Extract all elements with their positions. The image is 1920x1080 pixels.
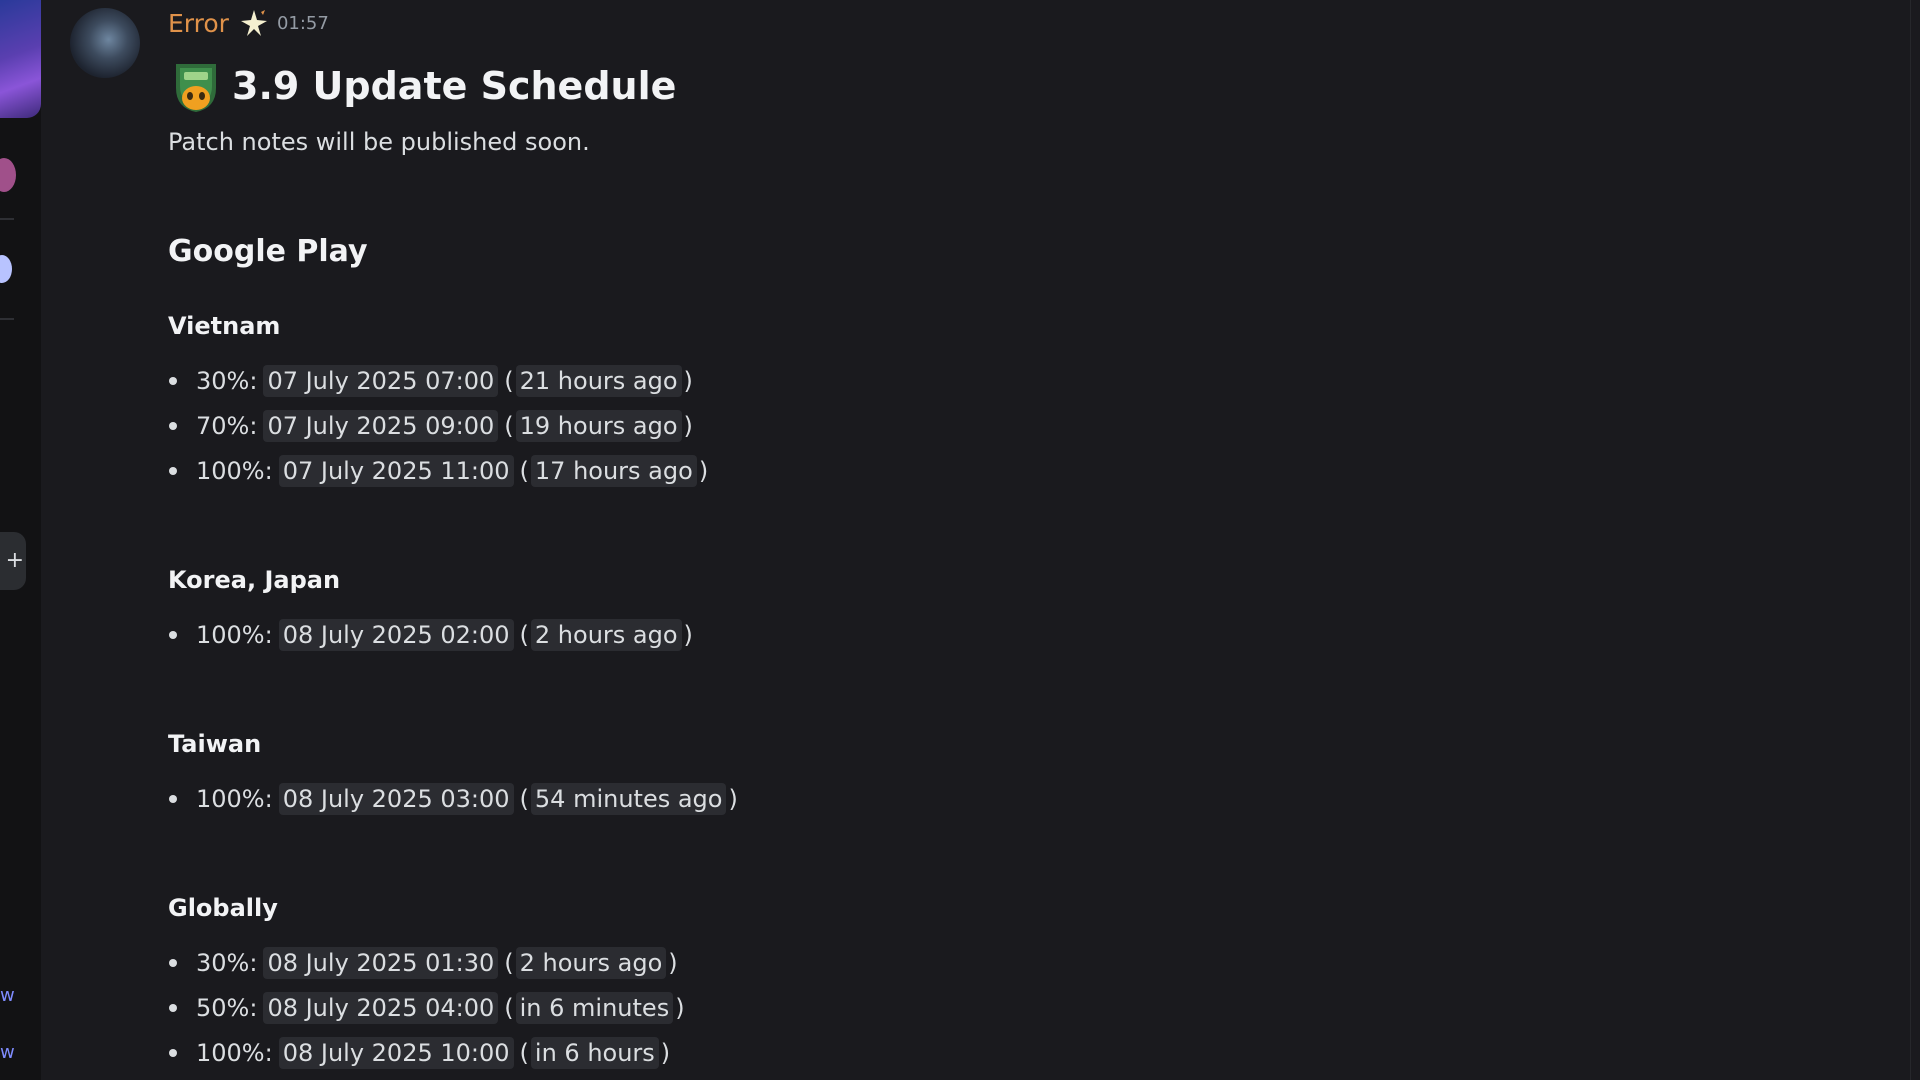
server-rail: + w w bbox=[0, 0, 41, 1080]
relative-time[interactable]: in 6 hours bbox=[530, 1036, 659, 1069]
region-heading: Korea, Japan bbox=[168, 566, 341, 594]
message-subtitle: Patch notes will be published soon. bbox=[168, 128, 590, 156]
date-timestamp[interactable]: 08 July 2025 01:30 bbox=[263, 946, 499, 979]
server-icon[interactable] bbox=[0, 0, 41, 118]
rail-divider bbox=[0, 318, 14, 320]
message-timestamp: 01:57 bbox=[276, 12, 329, 34]
schedule-list: 30%: 08 July 2025 01:30 (2 hours ago) 50… bbox=[168, 940, 685, 1075]
scrollbar-track[interactable] bbox=[1910, 0, 1920, 1080]
region-heading: Vietnam bbox=[168, 312, 281, 340]
server-icon[interactable] bbox=[0, 158, 16, 192]
region-heading: Taiwan bbox=[168, 730, 262, 758]
relative-time[interactable]: 21 hours ago bbox=[515, 364, 682, 397]
add-icon: + bbox=[5, 548, 24, 573]
rail-divider bbox=[0, 218, 14, 220]
date-timestamp[interactable]: 08 July 2025 03:00 bbox=[278, 782, 514, 815]
server-icon[interactable] bbox=[0, 255, 12, 283]
list-item: 30%: 07 July 2025 07:00 (21 hours ago) bbox=[168, 358, 708, 403]
rail-link-fragment[interactable]: w bbox=[0, 1042, 15, 1063]
add-server-button[interactable]: + bbox=[0, 532, 26, 590]
date-timestamp[interactable]: 07 July 2025 09:00 bbox=[263, 409, 499, 442]
bullet-icon bbox=[169, 959, 177, 967]
schedule-list: 30%: 07 July 2025 07:00 (21 hours ago) 7… bbox=[168, 358, 708, 493]
bullet-icon bbox=[169, 631, 177, 639]
schedule-list: 100%: 08 July 2025 03:00 (54 minutes ago… bbox=[168, 776, 738, 821]
relative-time[interactable]: 17 hours ago bbox=[530, 454, 697, 487]
message-header: Error 01:57 bbox=[168, 6, 329, 40]
avatar[interactable] bbox=[70, 8, 140, 78]
bullet-icon bbox=[169, 1049, 177, 1057]
store-heading: Google Play bbox=[168, 234, 368, 269]
role-star-icon bbox=[239, 8, 269, 38]
date-timestamp[interactable]: 07 July 2025 07:00 bbox=[263, 364, 499, 397]
date-timestamp[interactable]: 08 July 2025 04:00 bbox=[263, 991, 499, 1024]
rollout-percent: 30%: bbox=[196, 366, 258, 395]
relative-time[interactable]: 54 minutes ago bbox=[530, 782, 727, 815]
list-item: 100%: 08 July 2025 03:00 (54 minutes ago… bbox=[168, 776, 738, 821]
custom-emoji-icon bbox=[170, 58, 222, 114]
bullet-icon bbox=[169, 422, 177, 430]
message-title: 3.9 Update Schedule bbox=[232, 64, 677, 108]
rollout-percent: 50%: bbox=[196, 993, 258, 1022]
list-item: 100%: 07 July 2025 11:00 (17 hours ago) bbox=[168, 448, 708, 493]
rail-link-fragment[interactable]: w bbox=[0, 985, 15, 1006]
rollout-percent: 30%: bbox=[196, 948, 258, 977]
relative-time[interactable]: 2 hours ago bbox=[515, 946, 667, 979]
rollout-percent: 100%: bbox=[196, 620, 273, 649]
relative-time[interactable]: 19 hours ago bbox=[515, 409, 682, 442]
rollout-percent: 100%: bbox=[196, 456, 273, 485]
list-item: 70%: 07 July 2025 09:00 (19 hours ago) bbox=[168, 403, 708, 448]
bullet-icon bbox=[169, 467, 177, 475]
date-timestamp[interactable]: 07 July 2025 11:00 bbox=[278, 454, 514, 487]
schedule-list: 100%: 08 July 2025 02:00 (2 hours ago) bbox=[168, 612, 693, 657]
message-title-row: 3.9 Update Schedule bbox=[170, 58, 676, 114]
relative-time[interactable]: 2 hours ago bbox=[530, 618, 682, 651]
list-item: 100%: 08 July 2025 10:00 (in 6 hours) bbox=[168, 1030, 685, 1075]
list-item: 30%: 08 July 2025 01:30 (2 hours ago) bbox=[168, 940, 685, 985]
rollout-percent: 100%: bbox=[196, 1038, 273, 1067]
rollout-percent: 70%: bbox=[196, 411, 258, 440]
date-timestamp[interactable]: 08 July 2025 10:00 bbox=[278, 1036, 514, 1069]
rollout-percent: 100%: bbox=[196, 784, 273, 813]
list-item: 50%: 08 July 2025 04:00 (in 6 minutes) bbox=[168, 985, 685, 1030]
bullet-icon bbox=[169, 1004, 177, 1012]
region-heading: Globally bbox=[168, 894, 278, 922]
list-item: 100%: 08 July 2025 02:00 (2 hours ago) bbox=[168, 612, 693, 657]
relative-time[interactable]: in 6 minutes bbox=[515, 991, 674, 1024]
bullet-icon bbox=[169, 377, 177, 385]
bullet-icon bbox=[169, 795, 177, 803]
date-timestamp[interactable]: 08 July 2025 02:00 bbox=[278, 618, 514, 651]
username[interactable]: Error bbox=[168, 9, 229, 38]
